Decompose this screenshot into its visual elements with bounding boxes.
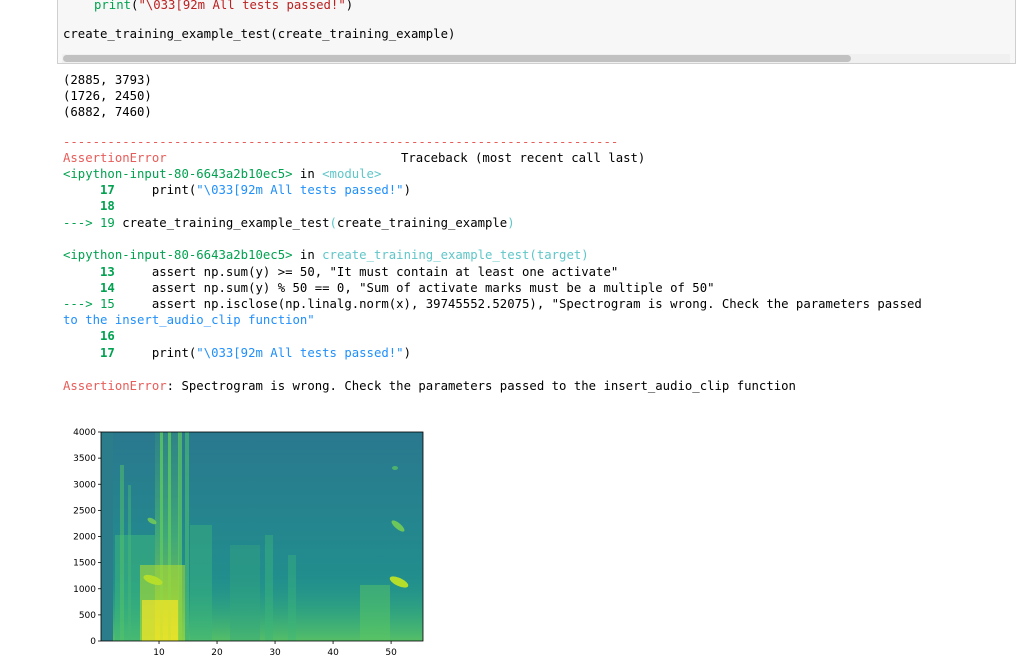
y-tick-label: 1500 [73,559,96,569]
stdout-line: (1726, 2450) [63,89,152,103]
code-line-call: create_training_example_test(create_trai… [63,27,456,41]
stdout-line: (2885, 3793) [63,73,152,87]
frame2-location: <ipython-input-80-6643a2b10ec5> in creat… [63,248,589,262]
y-tick-label: 3500 [73,454,96,464]
print-string: "\033[92m All tests passed!" [138,0,346,12]
traceback-header: AssertionError Traceback (most recent cal… [63,150,645,166]
y-tick-label: 1000 [73,585,96,595]
frame1-line18: 18 [63,199,115,213]
frame2-line16: 16 [63,329,115,343]
frame2-line15: ---> 15 assert np.isclose(np.linalg.norm… [63,297,922,311]
y-tick-label: 2000 [73,533,96,543]
frame2-line15-continued: to the insert_audio_clip function" [63,313,315,327]
x-tick-label: 10 [153,648,165,658]
x-tick-label: 20 [211,648,223,658]
error-name: AssertionError [63,151,167,165]
y-tick-label: 500 [79,611,96,621]
scrollbar-thumb[interactable] [63,55,851,62]
frame1-line19: ---> 19 create_training_example_test(cre… [63,216,515,230]
frame2-line17: 17 print("\033[92m All tests passed!") [63,346,411,360]
y-tick-label: 0 [90,637,96,647]
stdout-line: (6882, 7460) [63,105,152,119]
x-tick-label: 50 [385,648,397,658]
spectrogram-image [101,432,423,641]
horizontal-scrollbar[interactable] [62,54,1010,63]
y-tick-label: 4000 [73,428,96,438]
frame1-line17: 17 print("\033[92m All tests passed!") [63,183,411,197]
assertion-error-message: AssertionError: Spectrogram is wrong. Ch… [63,379,796,393]
spectrogram-plot: 0 500 1000 1500 2000 2500 3000 3500 4000 10 20 30 4… [73,428,424,658]
frame2-line13: 13 assert np.sum(y) >= 50, "It must cont… [63,265,619,279]
y-axis: 0 500 1000 1500 2000 2500 3000 3500 4000 [73,428,101,647]
print-keyword: print [94,0,132,12]
y-tick-label: 3000 [73,480,96,490]
code-input-cell[interactable]: print("\033[92m All tests passed!") crea… [57,0,1016,64]
frame1-location: <ipython-input-80-6643a2b10ec5> in <modu… [63,167,382,181]
x-tick-label: 40 [327,648,339,658]
traceback-title: Traceback (most recent call last) [401,151,646,165]
code-line-print: print("\033[92m All tests passed!") [94,0,354,12]
x-tick-label: 30 [269,648,281,658]
traceback-divider: ----------------------------------------… [63,135,619,149]
frame2-line14: 14 assert np.sum(y) % 50 == 0, "Sum of a… [63,281,715,295]
x-axis: 10 20 30 40 50 [153,641,397,658]
y-tick-label: 2500 [73,506,96,516]
